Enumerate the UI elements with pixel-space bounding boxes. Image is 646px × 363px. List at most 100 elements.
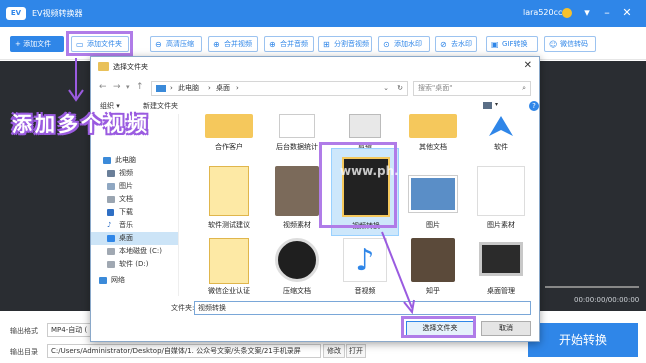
music-icon: ♪ xyxy=(107,221,112,229)
hd-compress-button[interactable]: ⊖ 高清压缩 xyxy=(150,36,202,52)
music-icon: ♪ xyxy=(343,238,387,282)
nav-item-this-pc[interactable]: 此电脑 xyxy=(95,154,178,167)
merge-video-button[interactable]: ⊕ 合并视频 xyxy=(208,36,258,52)
document-icon xyxy=(279,114,315,138)
open-button[interactable]: 打开 xyxy=(346,344,366,358)
folder-icon xyxy=(209,166,249,216)
arrow-icon xyxy=(489,116,513,136)
nav-item-network[interactable]: 网络 xyxy=(91,274,178,287)
nav-item-documents[interactable]: 文档 xyxy=(91,193,178,206)
up-icon[interactable]: ↑ xyxy=(136,82,144,92)
nav-item-drive-c[interactable]: 本地磁盘 (C:) xyxy=(91,245,178,258)
settings-icon[interactable]: ▾ xyxy=(580,6,594,20)
picture-icon xyxy=(409,176,457,212)
picture-icon xyxy=(477,166,525,216)
monitor-icon xyxy=(479,242,523,276)
filename-label: 文件夹: xyxy=(171,304,195,312)
watermark-text: www.ph...NET xyxy=(340,164,435,178)
refresh-icon[interactable]: ↻ xyxy=(397,82,403,95)
split-icon: ⊞ xyxy=(323,40,330,49)
modify-button[interactable]: 修改 xyxy=(323,344,345,358)
breadcrumb-desktop[interactable]: 桌面 xyxy=(216,82,230,95)
chevron-down-icon[interactable]: ▾ xyxy=(495,101,498,108)
folder-icon xyxy=(98,62,109,71)
vip-icon[interactable] xyxy=(562,8,572,18)
highlight-selected-folder xyxy=(319,142,397,228)
folder-item[interactable]: 微信企业认证 xyxy=(195,236,263,296)
video-icon xyxy=(107,170,115,177)
format-select[interactable]: MP4-自动 ( xyxy=(47,323,93,337)
folder-icon xyxy=(209,238,249,284)
filename-input[interactable]: 视频转换 xyxy=(194,301,531,315)
split-button[interactable]: ⊞ 分割音视频 xyxy=(318,36,372,52)
start-convert-button[interactable]: 开始转换 xyxy=(528,323,638,357)
chevron-down-icon[interactable]: ⌄ xyxy=(383,82,389,95)
address-bar[interactable]: › 此电脑 › 桌面 › ⌄ ↻ xyxy=(151,81,408,96)
nav-item-desktop[interactable]: 桌面 xyxy=(91,232,178,245)
drive-icon xyxy=(107,248,115,255)
folder-item[interactable]: 知乎 xyxy=(399,236,467,296)
time-readout: 00:00:00/00:00:00 xyxy=(574,296,640,304)
gif-button[interactable]: ▣ GIF转换 xyxy=(486,36,538,52)
output-dir-label: 输出目录 xyxy=(10,348,38,356)
nav-item-videos[interactable]: 视频 xyxy=(91,167,178,180)
view-icon[interactable] xyxy=(483,102,492,109)
search-icon: ⌕ xyxy=(522,84,526,92)
folder-item[interactable]: 合作客户 xyxy=(195,114,263,156)
forward-icon[interactable]: → xyxy=(113,82,121,92)
progress-bar[interactable] xyxy=(545,286,639,288)
breadcrumb-pc[interactable]: 此电脑 xyxy=(178,82,199,95)
nav-item-drive-d[interactable]: 软件 (D:) xyxy=(91,258,178,271)
watermark-icon: ⊙ xyxy=(383,40,390,49)
download-icon xyxy=(107,209,114,216)
search-input[interactable]: 搜索"桌面" ⌕ xyxy=(413,81,531,96)
close-icon[interactable]: ✕ xyxy=(524,60,532,71)
close-icon[interactable]: ✕ xyxy=(620,6,634,20)
add-watermark-button[interactable]: ⊙ 添加水印 xyxy=(378,36,430,52)
desktop-icon xyxy=(107,235,115,242)
username[interactable]: lara520cc xyxy=(523,8,562,17)
compress-icon: ⊖ xyxy=(155,40,162,49)
computer-icon xyxy=(156,85,166,92)
navigation-bar: ← → ▾ ↑ › 此电脑 › 桌面 › ⌄ ↻ 搜索"桌面" ⌕ xyxy=(91,78,539,98)
file-item[interactable]: ♪ 音视频 xyxy=(331,236,399,296)
filename-row: 文件夹: 视频转换 xyxy=(91,299,539,317)
title-bar: EV EV视频转换器 lara520cc ▾ – ✕ xyxy=(0,0,646,27)
folder-icon xyxy=(409,114,457,138)
app-title: EV视频转换器 xyxy=(32,9,83,18)
merge-audio-button[interactable]: ⊕ 合并音频 xyxy=(264,36,314,52)
folder-icon xyxy=(411,238,455,282)
folder-item[interactable]: 图片素材 xyxy=(467,162,535,232)
nav-item-downloads[interactable]: 下载 xyxy=(91,206,178,219)
help-icon[interactable]: ? xyxy=(529,101,539,111)
wechat-transcode-button[interactable]: ☺ 微信转码 xyxy=(544,36,596,52)
folder-item[interactable]: 软件测试建议 xyxy=(195,162,263,232)
output-dir-input[interactable]: C:/Users/Administrator/Desktop/自媒体/1. 公众… xyxy=(47,344,321,358)
highlight-select-button xyxy=(401,316,476,338)
back-icon[interactable]: ← xyxy=(99,82,107,92)
merge-icon: ⊕ xyxy=(269,40,276,49)
nav-item-music[interactable]: ♪ 音乐 xyxy=(91,219,178,232)
minimize-icon[interactable]: – xyxy=(600,6,614,20)
dialog-title-bar: 选择文件夹 ✕ xyxy=(91,57,539,77)
network-icon xyxy=(99,277,107,284)
merge-icon: ⊕ xyxy=(213,40,220,49)
chevron-down-icon[interactable]: ▾ xyxy=(126,83,130,91)
nav-item-pictures[interactable]: 图片 xyxy=(91,180,178,193)
app-logo: EV xyxy=(6,7,26,20)
folder-item[interactable]: 其他文档 xyxy=(399,114,467,156)
file-item[interactable]: 压缩文档 xyxy=(263,236,331,296)
file-item[interactable]: 软件 xyxy=(467,114,535,156)
drive-icon xyxy=(107,261,115,268)
tutorial-caption: 添加多个视频 xyxy=(12,112,150,136)
clapper-icon xyxy=(349,114,381,138)
dialog-title: 选择文件夹 xyxy=(113,63,148,71)
format-label: 输出格式 xyxy=(10,327,38,335)
file-item[interactable]: 桌面管理 xyxy=(467,236,535,296)
highlight-add-folder xyxy=(66,31,133,56)
document-icon xyxy=(107,196,115,203)
cancel-button[interactable]: 取消 xyxy=(481,321,531,336)
add-file-button[interactable]: + 添加文件 xyxy=(10,36,64,52)
computer-icon xyxy=(103,157,111,164)
remove-watermark-button[interactable]: ⊘ 去水印 xyxy=(435,36,477,52)
